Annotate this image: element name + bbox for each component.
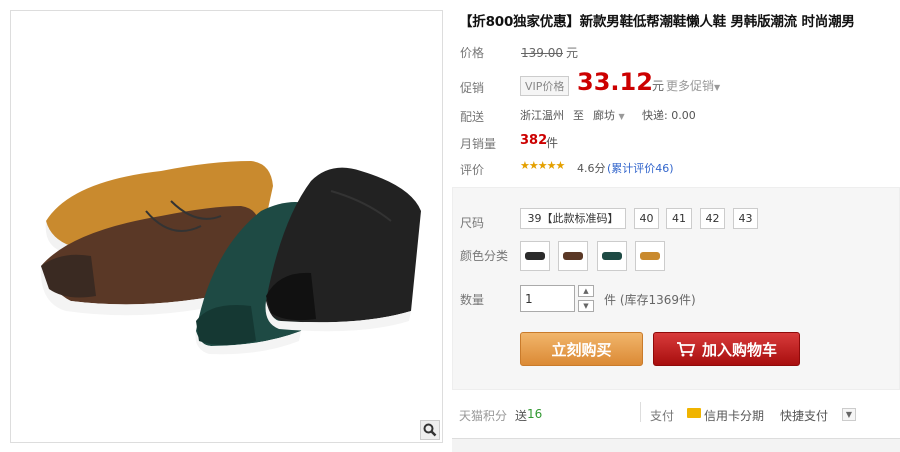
size-option[interactable]: 40 bbox=[634, 208, 659, 229]
credit-installment-link[interactable]: 信用卡分期 bbox=[704, 407, 764, 424]
price-label: 价格 bbox=[460, 46, 485, 60]
points-label: 天猫积分 bbox=[459, 409, 508, 423]
shoe-thumb bbox=[563, 252, 583, 260]
shoe-thumb bbox=[602, 252, 622, 260]
color-option-black[interactable] bbox=[520, 241, 550, 271]
product-title: 【折800独家优惠】新款男鞋低帮潮鞋懒人鞋 男韩版潮流 时尚潮男 bbox=[459, 14, 855, 30]
points-value: 16 bbox=[527, 407, 543, 421]
color-option-brown[interactable] bbox=[558, 241, 588, 271]
more-promo-link[interactable]: 更多促销▼ bbox=[666, 77, 720, 94]
size-option[interactable]: 39【此款标准码】 bbox=[520, 208, 626, 229]
vip-price-badge: VIP价格 bbox=[520, 76, 570, 96]
color-label: 颜色分类 bbox=[460, 249, 509, 263]
zoom-button[interactable] bbox=[420, 420, 440, 440]
quantity-input[interactable] bbox=[520, 285, 575, 312]
size-option[interactable]: 41 bbox=[666, 208, 692, 229]
rating-label: 评价 bbox=[460, 163, 485, 177]
pay-label: 支付 bbox=[650, 409, 675, 423]
promo-price: 33.12 bbox=[577, 68, 653, 96]
ship-from: 浙江温州 bbox=[520, 109, 564, 122]
sales-label: 月销量 bbox=[460, 137, 497, 151]
size-option[interactable]: 42 bbox=[700, 208, 725, 229]
size-label: 尺码 bbox=[460, 216, 485, 230]
buy-now-button[interactable]: 立刻购买 bbox=[520, 332, 643, 366]
review-count-link[interactable]: (累计评价46) bbox=[607, 160, 674, 176]
product-image[interactable] bbox=[10, 10, 443, 443]
promo-unit: 元 bbox=[652, 79, 665, 93]
ship-to-select[interactable]: 廊坊 ▼ bbox=[593, 107, 625, 123]
ship-to-word: 至 bbox=[573, 109, 584, 122]
express-fee: 快递: 0.00 bbox=[642, 109, 696, 122]
more-promo-text: 更多促销 bbox=[666, 79, 715, 93]
quantity-label: 数量 bbox=[460, 293, 485, 307]
points-prefix: 送 bbox=[515, 409, 528, 423]
shoe-thumb bbox=[525, 252, 545, 260]
divider bbox=[640, 402, 641, 422]
cart-icon bbox=[676, 342, 696, 357]
quantity-down-button[interactable]: ▼ bbox=[578, 300, 594, 312]
color-option-green[interactable] bbox=[597, 241, 627, 271]
promo-label: 促销 bbox=[460, 81, 485, 95]
add-to-cart-button[interactable]: 加入购物车 bbox=[653, 332, 800, 366]
price-unit: 元 bbox=[566, 46, 579, 60]
shipping-label: 配送 bbox=[460, 110, 485, 124]
sales-count: 382 bbox=[520, 133, 548, 148]
original-price: 139.00 元 bbox=[521, 44, 578, 61]
shoe-thumb bbox=[640, 252, 660, 260]
color-option-tan[interactable] bbox=[635, 241, 665, 271]
stock-info: 件 (库存1369件) bbox=[604, 293, 696, 307]
magnifier-icon bbox=[423, 423, 437, 437]
expand-chevron-icon[interactable]: ▼ bbox=[842, 408, 856, 421]
quick-pay-link[interactable]: 快捷支付 bbox=[780, 407, 828, 424]
dropdown-arrow-icon: ▼ bbox=[618, 112, 625, 121]
detail-tab-bar bbox=[452, 438, 900, 452]
quantity-up-button[interactable]: ▲ bbox=[578, 285, 594, 297]
rating-score: 4.6分 bbox=[577, 162, 606, 175]
add-cart-label: 加入购物车 bbox=[701, 340, 777, 359]
rating-stars: ★★★★★ bbox=[520, 159, 565, 172]
ship-to-city: 廊坊 bbox=[593, 109, 615, 122]
credit-card-icon bbox=[687, 408, 701, 418]
chevron-down-icon: ▼ bbox=[714, 83, 721, 92]
sales-unit: 件 bbox=[546, 136, 559, 150]
original-price-value: 139.00 bbox=[521, 46, 563, 60]
size-option[interactable]: 43 bbox=[733, 208, 758, 229]
shoes-illustration bbox=[40, 161, 421, 355]
